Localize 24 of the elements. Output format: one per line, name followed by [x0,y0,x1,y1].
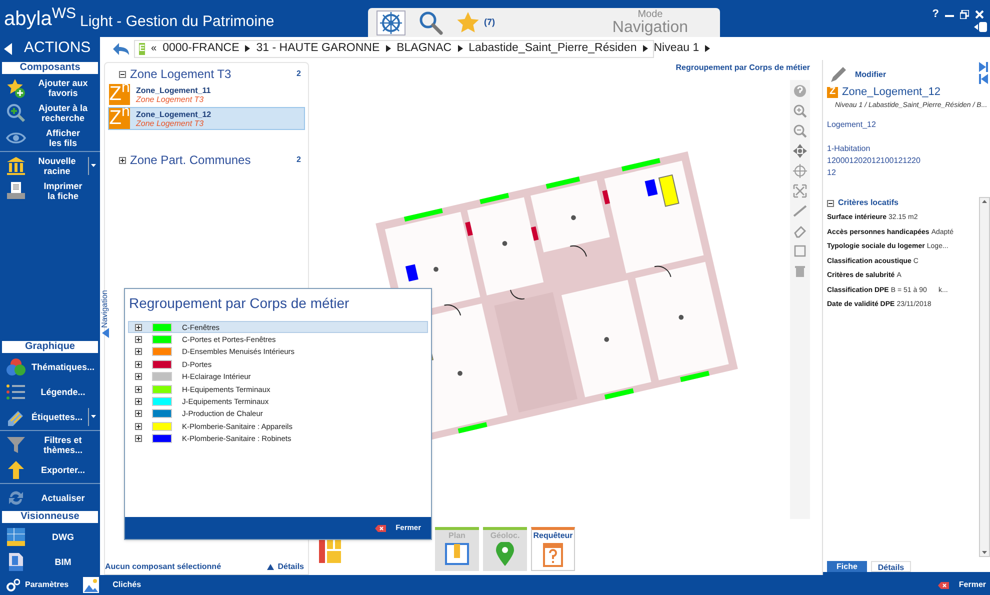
mode-value: Navigation [612,20,688,36]
section-header: Composants [2,62,98,74]
zone-name: Zone_Logement_12 [842,85,940,100]
item-name: Zone_Logement_12 [136,110,212,118]
zone-badge: Z [827,86,838,98]
level-badge: E [139,42,146,54]
mode-label: Mode [638,10,663,20]
section-header: Visionneuse [2,511,98,523]
app-logo: abyla$^{WS}$ [4,9,76,29]
reference-text: Logement_12 [827,119,877,131]
item-name: Zone_Logement_11 [136,86,211,94]
info-line: 12 [827,167,837,179]
section-header: Graphique [2,341,98,353]
item-count: 2 [296,154,301,166]
info-line: 120001202012100121220 [827,155,922,167]
item-type: Zone Logement T3 [136,118,204,128]
favorites-count: (7) [484,16,495,29]
dialog-title: Regroupement par Corps de métier [128,294,350,313]
item-type: Zone Logement T3 [136,94,204,104]
app-title: Light - Gestion du Patrimoine [80,14,274,29]
info-line: 1-Habitation [827,143,872,155]
item-count: 2 [296,68,301,80]
selection-status: Aucun composant sélectionné [105,561,222,573]
map-caption: Regroupement par Corps de métier [676,62,810,74]
